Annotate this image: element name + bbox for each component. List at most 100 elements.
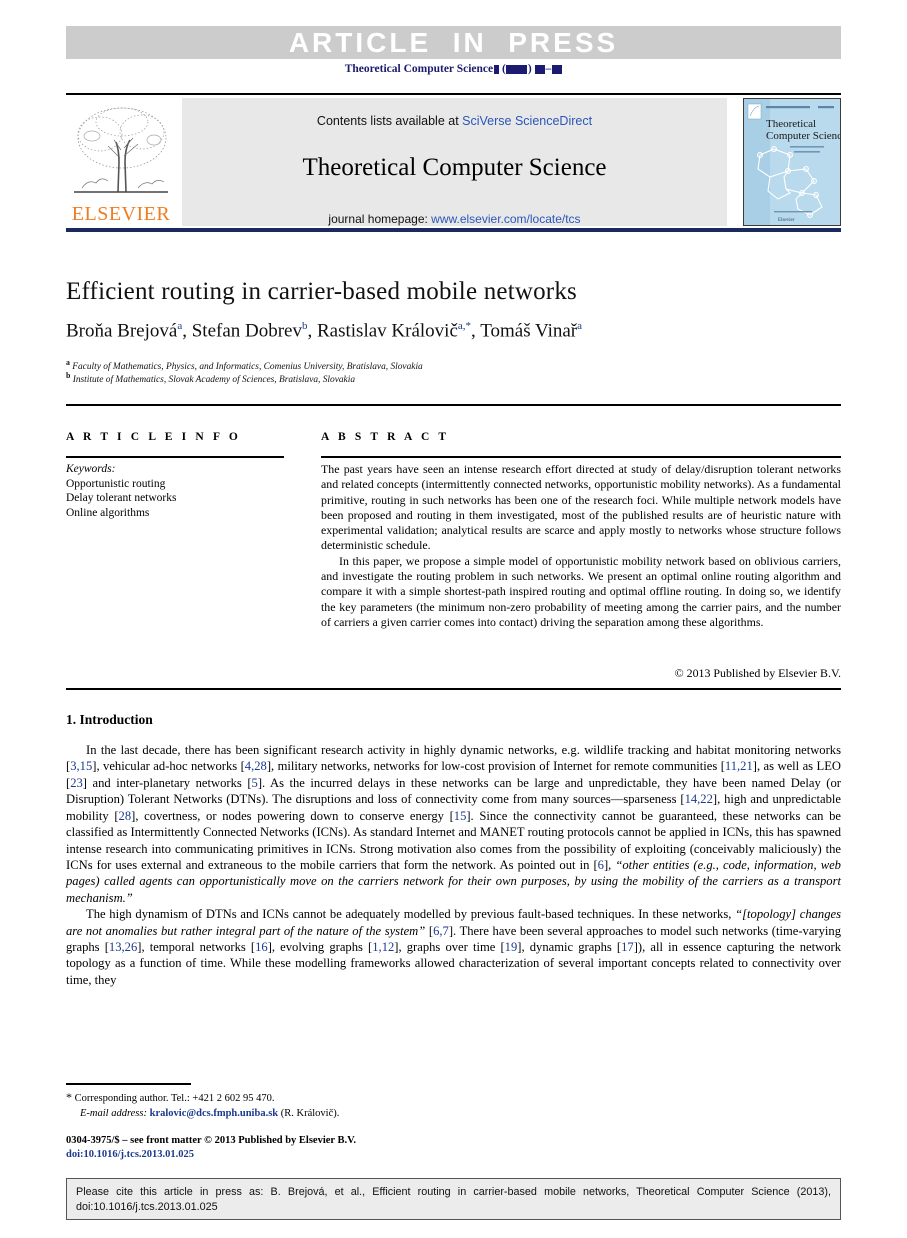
masthead-bottom-rule xyxy=(66,228,841,232)
svg-text:Theoretical: Theoretical xyxy=(766,118,816,130)
cite-notice-text: Please cite this article in press as: B.… xyxy=(76,1186,831,1214)
citation-ref[interactable]: 23 xyxy=(70,776,83,790)
corresponding-author-note: * Corresponding author. Tel.: +421 2 602… xyxy=(66,1089,566,1106)
citation-ref[interactable]: 6,7 xyxy=(433,924,449,938)
paragraph-fragment: ], vehicular ad-hoc networks [ xyxy=(92,759,245,774)
citation-ref[interactable]: 4,28 xyxy=(245,759,267,773)
paragraph-fragment: [ xyxy=(425,923,434,938)
citation-ref[interactable]: 1,12 xyxy=(372,940,394,954)
author-name: Rastislav Královič xyxy=(317,320,458,342)
page-title: Efficient routing in carrier-based mobil… xyxy=(66,278,577,305)
contents-lists-line: Contents lists available at SciVerse Sci… xyxy=(182,114,727,128)
journal-homepage-link[interactable]: www.elsevier.com/locate/tcs xyxy=(431,212,580,226)
article-in-press-banner: ARTICLE IN PRESS xyxy=(66,26,841,59)
author-name: Tomáš Vinař xyxy=(480,320,578,342)
issn-line: 0304-3975/$ – see front matter © 2013 Pu… xyxy=(66,1135,356,1146)
masthead-center-panel: Contents lists available at SciVerse Sci… xyxy=(182,98,727,226)
contents-lists-prefix: Contents lists available at xyxy=(316,114,459,128)
keyword-item: Delay tolerant networks xyxy=(66,492,177,505)
introduction-body: In the last decade, there has been signi… xyxy=(66,742,841,988)
sciencedirect-link[interactable]: SciVerse ScienceDirect xyxy=(462,114,592,128)
paragraph-fragment: The high dynamism of DTNs and ICNs canno… xyxy=(86,907,736,922)
page-end-placeholder-block xyxy=(551,64,562,74)
affiliation-mark: b xyxy=(66,371,71,380)
affiliation-text: Institute of Mathematics, Slovak Academy… xyxy=(72,375,356,386)
keyword-item: Online algorithms xyxy=(66,507,150,520)
citation-ref[interactable]: 14,22 xyxy=(685,792,713,806)
paragraph-fragment: ] and inter-planetary networks [ xyxy=(82,775,252,790)
journal-title: Theoretical Computer Science xyxy=(302,154,607,181)
title-bottom-rule xyxy=(66,404,841,406)
keywords-block: Keywords: Opportunistic routing Delay to… xyxy=(66,462,296,521)
cite-notice-box: Please cite this article in press as: B.… xyxy=(66,1178,841,1220)
citation-ref[interactable]: 16 xyxy=(255,940,268,954)
elsevier-tree-icon xyxy=(74,107,168,193)
keywords-label: Keywords: xyxy=(66,463,116,475)
journal-masthead: ELSEVIER Contents lists available at Sci… xyxy=(66,98,841,226)
section-heading-introduction: 1. Introduction xyxy=(66,712,153,727)
citation-ref[interactable]: 15 xyxy=(454,809,467,823)
paragraph-fragment: ], dynamic graphs [ xyxy=(517,940,622,955)
abstract-heading: A B S T R A C T xyxy=(321,431,450,443)
abstract-body: The past years have seen an intense rese… xyxy=(321,462,841,630)
volume-placeholder-block xyxy=(493,64,499,74)
affiliation-b: b Institute of Mathematics, Slovak Acade… xyxy=(66,371,856,385)
asterisk-icon: * xyxy=(66,1090,72,1104)
author-name: Stefan Dobrev xyxy=(191,320,302,342)
body-paragraph: The high dynamism of DTNs and ICNs canno… xyxy=(66,906,841,988)
svg-text:Computer Science: Computer Science xyxy=(766,130,840,142)
page-start-placeholder-block xyxy=(535,64,546,74)
elsevier-wordmark: ELSEVIER xyxy=(71,203,171,225)
elsevier-logo: ELSEVIER xyxy=(66,98,176,226)
paragraph-fragment: ], military networks, networks for low-c… xyxy=(266,759,725,774)
author-mark: b xyxy=(302,320,308,332)
article-in-press-label: ARTICLE IN PRESS xyxy=(288,26,619,58)
affiliation-mark: a xyxy=(66,358,70,367)
citation-ref[interactable]: 11,21 xyxy=(725,759,753,773)
abstract-copyright: © 2013 Published by Elsevier B.V. xyxy=(674,666,841,680)
paragraph-fragment: ], graphs over time [ xyxy=(394,940,505,955)
paragraph-fragment: ], temporal networks [ xyxy=(137,940,256,955)
paragraph-fragment: ], evolving graphs [ xyxy=(267,940,373,955)
paper-page: ARTICLE IN PRESS Theoretical Computer Sc… xyxy=(0,0,907,1238)
author-list: Broňa Brejováa, Stefan Dobrevb, Rastisla… xyxy=(66,320,583,342)
masthead-top-rule xyxy=(66,93,841,95)
citation-ref[interactable]: 3,15 xyxy=(70,759,92,773)
year-placeholder-block xyxy=(506,64,528,74)
journal-running-head: Theoretical Computer Science () – xyxy=(0,63,907,75)
email-note: E-mail address: kralovic@dcs.fmph.uniba.… xyxy=(66,1106,566,1121)
abstract-rule xyxy=(321,456,841,458)
author-name: Broňa Brejová xyxy=(66,320,178,342)
footnote-block: * Corresponding author. Tel.: +421 2 602… xyxy=(66,1089,566,1122)
footnote-rule xyxy=(66,1083,191,1085)
author-mark: a xyxy=(177,320,183,332)
abstract-paragraph: In this paper, we propose a simple model… xyxy=(321,553,841,629)
citation-ref[interactable]: 19 xyxy=(505,940,518,954)
body-paragraph: In the last decade, there has been signi… xyxy=(66,742,841,906)
svg-text:Elsevier: Elsevier xyxy=(778,218,795,223)
author-mark: a,* xyxy=(457,320,472,332)
doi-link[interactable]: doi:10.1016/j.tcs.2013.01.025 xyxy=(66,1148,356,1162)
article-info-heading: A R T I C L E I N F O xyxy=(66,431,241,443)
abstract-bottom-rule xyxy=(66,688,841,690)
email-label: E-mail address: xyxy=(80,1108,147,1120)
issn-block: 0304-3975/$ – see front matter © 2013 Pu… xyxy=(66,1134,356,1162)
running-head-journal-name: Theoretical Computer Science xyxy=(344,63,494,75)
article-info-rule xyxy=(66,456,284,458)
author-mark: a xyxy=(577,320,583,332)
journal-homepage-line: journal homepage: www.elsevier.com/locat… xyxy=(182,212,727,226)
keyword-item: Opportunistic routing xyxy=(66,477,166,490)
citation-ref[interactable]: 28 xyxy=(119,809,132,823)
corresponding-author-text: Corresponding author. Tel.: +421 2 602 9… xyxy=(74,1093,275,1104)
email-link[interactable]: kralovic@dcs.fmph.uniba.sk xyxy=(150,1108,279,1119)
citation-ref[interactable]: 17 xyxy=(621,940,634,954)
abstract-paragraph: The past years have seen an intense rese… xyxy=(321,462,841,553)
journal-cover-thumbnail: Theoretical Computer Science Elsevier xyxy=(743,98,841,226)
email-owner: (R. Královič). xyxy=(280,1108,340,1120)
journal-cover-artwork: Theoretical Computer Science Elsevier xyxy=(744,99,840,225)
journal-homepage-prefix: journal homepage: xyxy=(328,212,428,226)
citation-ref[interactable]: 13,26 xyxy=(109,940,137,954)
affiliation-a: a Faculty of Mathematics, Physics, and I… xyxy=(66,358,856,372)
paragraph-fragment: ], covertness, or nodes powering down to… xyxy=(131,808,454,823)
paragraph-fragment: ], xyxy=(603,857,616,872)
